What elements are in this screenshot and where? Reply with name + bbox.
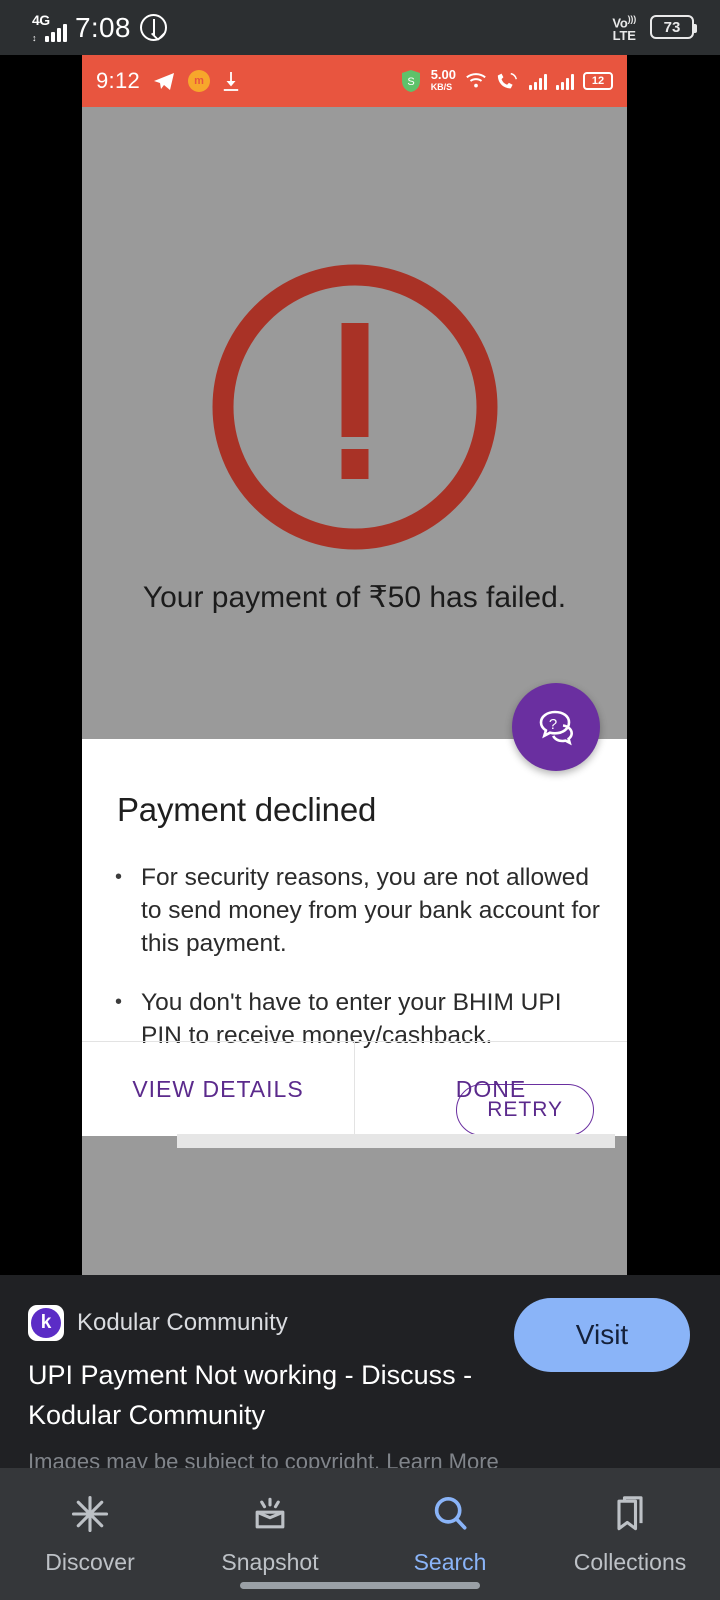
app-battery-icon: 12 <box>583 72 613 90</box>
image-viewer[interactable]: 9:12 m S 5.00 KB/S 12 Your payment of ₹5… <box>82 55 627 1275</box>
os-status-right: Vo))) LTE 73 <box>612 13 720 42</box>
nav-label: Snapshot <box>221 1549 319 1575</box>
sim2-signal-icon <box>556 73 574 90</box>
help-chat-icon[interactable]: ? <box>512 683 600 771</box>
cellular-signal-icon: 4G ↕ <box>32 12 67 43</box>
app-status-left: 9:12 m <box>96 68 240 94</box>
app-badge-icon: m <box>188 70 211 92</box>
phone-screen: 4G ↕ 7:08 Vo))) LTE 73 9:12 m S 5.00 KB/… <box>0 0 720 1600</box>
list-item: • For security reasons, you are not allo… <box>115 861 601 960</box>
nav-label: Discover <box>45 1549 135 1575</box>
payment-declined-sheet: Payment declined • For security reasons,… <box>82 739 627 1148</box>
network-speed: 5.00 KB/S <box>430 67 456 92</box>
view-details-button[interactable]: VIEW DETAILS <box>82 1042 355 1136</box>
snapshot-lens-icon <box>255 1497 285 1529</box>
site-name: Kodular Community <box>77 1309 288 1336</box>
os-status-bar: 4G ↕ 7:08 Vo))) LTE 73 <box>0 0 720 55</box>
visit-button[interactable]: Visit <box>514 1298 690 1372</box>
failure-message: Your payment of ₹50 has failed. <box>142 581 567 614</box>
sheet-action-bar: VIEW DETAILS DONE <box>82 1041 627 1136</box>
call-signal-icon <box>497 72 518 89</box>
bookmark-stack-icon <box>617 1496 643 1531</box>
nav-label: Collections <box>573 1549 687 1575</box>
telegram-icon <box>154 73 175 90</box>
nav-item-search[interactable]: Search <box>360 1468 540 1600</box>
battery-level: 73 <box>663 18 681 36</box>
os-clock: 7:08 <box>75 11 131 43</box>
app-status-right: S 5.00 KB/S 12 <box>400 67 613 93</box>
wifi-icon <box>466 73 486 88</box>
svg-text:?: ? <box>549 716 557 733</box>
download-icon <box>223 72 239 91</box>
do-not-disturb-icon <box>139 14 167 41</box>
nav-item-snapshot[interactable]: Snapshot <box>180 1468 360 1600</box>
app-status-bar: 9:12 m S 5.00 KB/S 12 <box>82 55 627 107</box>
nav-item-collections[interactable]: Collections <box>540 1468 720 1600</box>
search-magnifier-icon <box>434 1496 467 1530</box>
security-shield-icon: S <box>401 70 420 92</box>
bullet-dot: • <box>115 866 123 888</box>
reason-text: For security reasons, you are not allowe… <box>141 864 600 957</box>
os-status-left: 4G ↕ 7:08 <box>0 12 167 44</box>
done-button[interactable]: DONE <box>355 1042 627 1136</box>
bottom-navigation-bar: Discover Snapshot Search Collections <box>0 1468 720 1600</box>
volte-icon: Vo))) LTE <box>612 13 636 44</box>
battery-icon: 73 <box>650 15 697 40</box>
app-battery-level: 12 <box>591 75 605 87</box>
kodular-logo-icon: k <box>28 1305 64 1341</box>
nav-item-discover[interactable]: Discover <box>0 1468 180 1600</box>
image-title: UPI Payment Not working - Discuss - Kodu… <box>28 1360 473 1430</box>
exclamation-circle-icon <box>212 264 497 550</box>
app-clock: 9:12 <box>96 68 141 93</box>
sheet-bottom-edge <box>177 1134 615 1148</box>
svg-text:S: S <box>407 76 414 88</box>
reason-list: • For security reasons, you are not allo… <box>82 829 627 1052</box>
payment-failure-body: Your payment of ₹50 has failed. ? <box>82 107 627 771</box>
sim1-signal-icon <box>529 73 547 90</box>
nav-label: Search <box>413 1549 487 1575</box>
home-indicator[interactable] <box>240 1582 480 1589</box>
discover-asterisk-icon <box>71 1495 109 1533</box>
